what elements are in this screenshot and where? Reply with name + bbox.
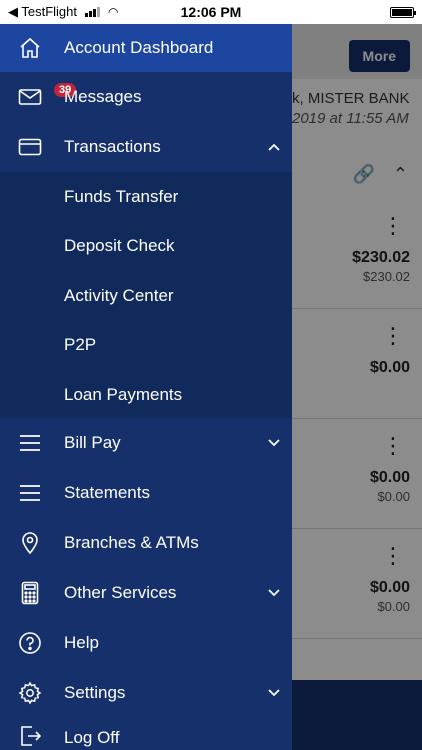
back-to-app-link[interactable]: ◀ TestFlight [8, 4, 77, 20]
submenu-item-activity-center[interactable]: Activity Center [64, 286, 174, 306]
mail-icon: 39 [18, 81, 79, 109]
status-left: ◀ TestFlight ◠ [8, 4, 119, 20]
menu-item-help[interactable]: Help [0, 618, 292, 668]
list-icon [18, 481, 42, 505]
back-app-label: TestFlight [21, 4, 78, 19]
menu-label: Account Dashboard [64, 38, 214, 57]
help-icon [18, 631, 42, 655]
chevron-down-icon[interactable] [266, 685, 282, 701]
transactions-submenu: Funds Transfer Deposit Check Activity Ce… [0, 172, 292, 418]
menu-item-branches-atms[interactable]: Branches & ATMs [0, 518, 292, 568]
chevron-down-icon[interactable] [266, 585, 282, 601]
logout-icon [18, 724, 42, 748]
menu-item-transactions[interactable]: Transactions [0, 122, 292, 172]
menu-item-account-dashboard[interactable]: Account Dashboard [0, 24, 292, 72]
menu-item-log-off[interactable]: Log Off [0, 718, 292, 750]
location-pin-icon [18, 531, 42, 555]
menu-item-other-services[interactable]: Other Services [0, 568, 292, 618]
menu-label: Transactions [64, 137, 161, 156]
menu-label: Settings [64, 683, 126, 702]
submenu-item-loan-payments[interactable]: Loan Payments [64, 385, 182, 405]
menu-item-statements[interactable]: Statements [0, 468, 292, 518]
card-icon [18, 135, 42, 159]
signal-icon [85, 7, 101, 17]
status-time: 12:06 PM [180, 4, 242, 20]
menu-label: Other Services [64, 583, 177, 602]
navigation-drawer: Account Dashboard 39 Messages Transactio… [0, 24, 292, 750]
menu-label: Branches & ATMs [64, 533, 199, 552]
chevron-down-icon[interactable] [266, 435, 282, 451]
menu-item-bill-pay[interactable]: Bill Pay [0, 418, 292, 468]
list-icon [18, 431, 42, 455]
home-icon [18, 36, 42, 60]
battery-icon [390, 6, 416, 18]
menu-item-messages[interactable]: 39 Messages [0, 72, 292, 122]
menu-label: Statements [64, 483, 150, 502]
status-bar: ◀ TestFlight ◠ 12:06 PM [0, 0, 422, 24]
submenu-item-funds-transfer[interactable]: Funds Transfer [64, 187, 178, 207]
menu-label: Log Off [64, 728, 120, 747]
wifi-icon: ◠ [108, 5, 119, 19]
chevron-up-icon[interactable] [266, 139, 282, 155]
menu-label: Bill Pay [64, 433, 121, 452]
submenu-item-deposit-check[interactable]: Deposit Check [64, 236, 175, 256]
calculator-icon [18, 581, 42, 605]
menu-item-settings[interactable]: Settings [0, 668, 292, 718]
submenu-item-p2p[interactable]: P2P [64, 335, 96, 355]
menu-label: Help [64, 633, 99, 652]
gear-icon [18, 681, 42, 705]
menu-label: Messages [64, 87, 142, 106]
